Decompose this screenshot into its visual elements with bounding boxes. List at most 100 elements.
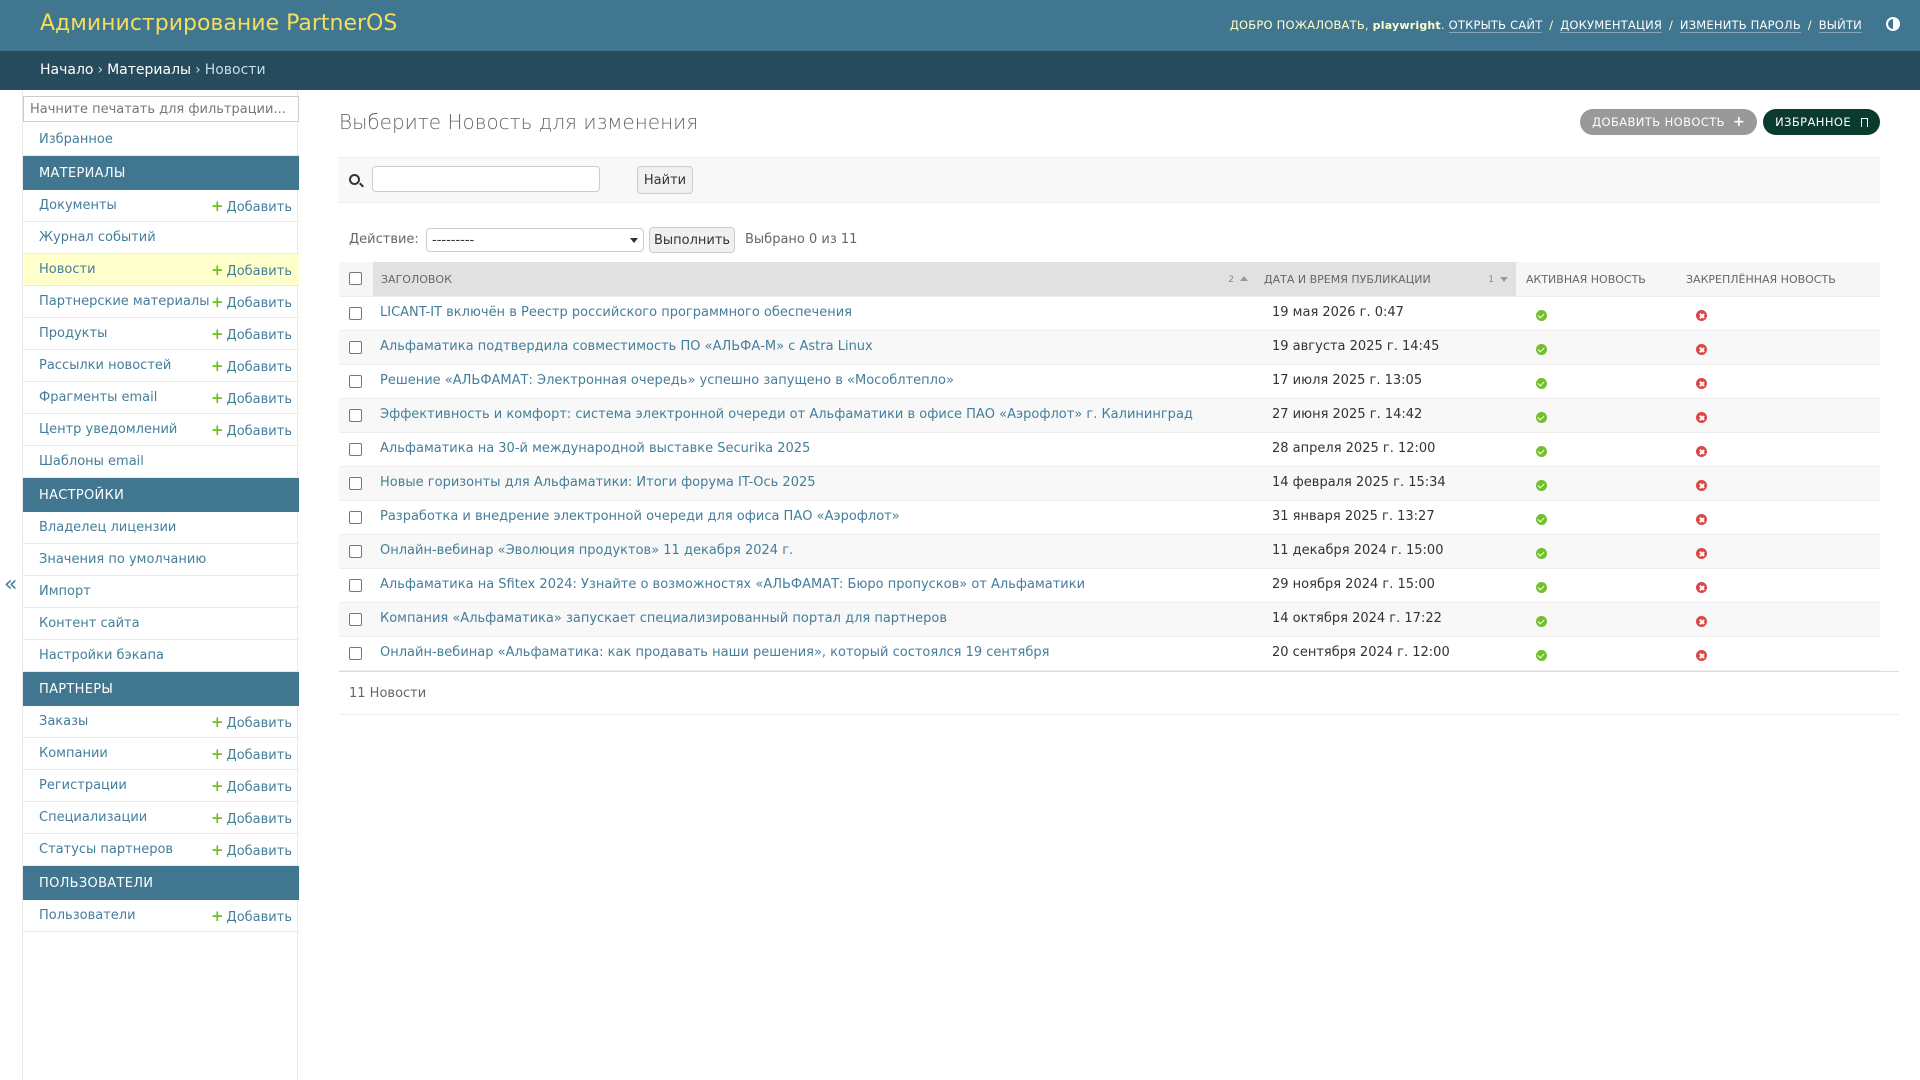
sidebar-item[interactable]: Документы + Добавить bbox=[23, 190, 299, 222]
row-checkbox[interactable] bbox=[349, 443, 362, 456]
news-title-link[interactable]: Эффективность и комфорт: система электро… bbox=[380, 407, 1193, 422]
search-button[interactable]: Найти bbox=[637, 166, 693, 194]
news-title-link[interactable]: Онлайн-вебинар «Альфаматика: как продава… bbox=[380, 645, 1049, 660]
sidebar-add-link[interactable]: + Добавить bbox=[211, 907, 292, 925]
sidebar-add-link[interactable]: + Добавить bbox=[211, 197, 292, 215]
row-checkbox[interactable] bbox=[349, 545, 362, 558]
sidebar-add-link[interactable]: + Добавить bbox=[211, 261, 292, 279]
sidebar-item-label[interactable]: Заказы bbox=[39, 714, 88, 729]
sidebar-item-label[interactable]: Фрагменты email bbox=[39, 390, 157, 405]
row-checkbox[interactable] bbox=[349, 375, 362, 388]
breadcrumb-materials[interactable]: Материалы bbox=[107, 62, 191, 78]
sidebar-add-link[interactable]: + Добавить bbox=[211, 293, 292, 311]
sort-descending-icon[interactable] bbox=[1500, 277, 1508, 282]
search-input[interactable] bbox=[372, 166, 600, 192]
documentation-link[interactable]: Документация bbox=[1560, 18, 1663, 33]
column-header-title[interactable]: Заголовок 2 bbox=[373, 262, 1256, 296]
sidebar-item-label[interactable]: Центр уведомлений bbox=[39, 422, 177, 437]
news-title-link[interactable]: LICANT-IT включён в Реестр российского п… bbox=[380, 305, 852, 320]
sidebar-item-favorites[interactable]: Избранное bbox=[23, 124, 299, 156]
row-checkbox[interactable] bbox=[349, 307, 362, 320]
select-all-checkbox[interactable] bbox=[349, 272, 362, 285]
sidebar-item-label[interactable]: Контент сайта bbox=[39, 616, 140, 631]
sidebar-item[interactable]: Импорт bbox=[23, 576, 299, 608]
sidebar-item[interactable]: Журнал событий bbox=[23, 222, 299, 254]
news-title-link[interactable]: Решение «АЛЬФАМАТ: Электронная очередь» … bbox=[380, 373, 954, 388]
news-title-link[interactable]: Компания «Альфаматика» запускает специал… bbox=[380, 611, 947, 626]
row-checkbox[interactable] bbox=[349, 613, 362, 626]
sidebar-add-link[interactable]: + Добавить bbox=[211, 389, 292, 407]
sidebar-item[interactable]: Фрагменты email + Добавить bbox=[23, 382, 299, 414]
sidebar-item[interactable]: Регистрации + Добавить bbox=[23, 770, 299, 802]
sidebar-add-link[interactable]: + Добавить bbox=[211, 841, 292, 859]
sidebar-item-label[interactable]: Продукты bbox=[39, 326, 107, 341]
sidebar-item[interactable]: Новости + Добавить bbox=[23, 254, 299, 286]
sidebar-item-label[interactable]: Статусы партнеров bbox=[39, 842, 173, 857]
sidebar-item[interactable]: Значения по умолчанию bbox=[23, 544, 299, 576]
action-select[interactable]: --------- bbox=[426, 228, 644, 252]
sidebar-item-label[interactable]: Специализации bbox=[39, 810, 147, 825]
add-news-button[interactable]: Добавить новость + bbox=[1580, 109, 1758, 135]
sidebar-add-link[interactable]: + Добавить bbox=[211, 745, 292, 763]
news-title-link[interactable]: Новые горизонты для Альфаматики: Итоги ф… bbox=[380, 475, 816, 490]
sidebar-item[interactable]: Центр уведомлений + Добавить bbox=[23, 414, 299, 446]
sidebar-item-label[interactable]: Владелец лицензии bbox=[39, 520, 176, 535]
sidebar-item-label[interactable]: Пользователи bbox=[39, 908, 136, 923]
row-checkbox[interactable] bbox=[349, 647, 362, 660]
news-title-link[interactable]: Альфаматика на Sfitex 2024: Узнайте о во… bbox=[380, 577, 1085, 592]
news-title-link[interactable]: Онлайн-вебинар «Эволюция продуктов» 11 д… bbox=[380, 543, 793, 558]
sidebar-add-link[interactable]: + Добавить bbox=[211, 809, 292, 827]
sidebar-item-label[interactable]: Настройки бэкапа bbox=[39, 648, 164, 663]
sidebar-item-label[interactable]: Документы bbox=[39, 198, 117, 213]
sidebar-item[interactable]: Заказы + Добавить bbox=[23, 706, 299, 738]
favorites-button[interactable]: Избранное bbox=[1763, 109, 1880, 135]
sidebar-item[interactable]: Статусы партнеров + Добавить bbox=[23, 834, 299, 866]
logout-link[interactable]: Выйти bbox=[1818, 18, 1862, 33]
sidebar-section-caption[interactable]: Материалы bbox=[23, 156, 299, 190]
sidebar-add-link[interactable]: + Добавить bbox=[211, 325, 292, 343]
row-checkbox[interactable] bbox=[349, 579, 362, 592]
sidebar-item-label[interactable]: Компании bbox=[39, 746, 108, 761]
sidebar-item-label[interactable]: Новости bbox=[39, 262, 96, 277]
breadcrumb-home[interactable]: Начало bbox=[40, 62, 93, 78]
sidebar-item-label[interactable]: Значения по умолчанию bbox=[39, 552, 206, 567]
site-title[interactable]: Администрирование PartnerOS bbox=[40, 11, 397, 36]
sidebar-item[interactable]: Шаблоны email bbox=[23, 446, 299, 478]
column-header-date[interactable]: Дата и время публикации 1 bbox=[1256, 262, 1516, 296]
sidebar-item[interactable]: Продукты + Добавить bbox=[23, 318, 299, 350]
row-checkbox[interactable] bbox=[349, 409, 362, 422]
sidebar-add-link[interactable]: + Добавить bbox=[211, 713, 292, 731]
sidebar-item-label[interactable]: Партнерские материалы bbox=[39, 294, 209, 309]
news-title-link[interactable]: Альфаматика на 30-й международной выстав… bbox=[380, 441, 810, 456]
row-checkbox[interactable] bbox=[349, 341, 362, 354]
sidebar-section-caption[interactable]: Пользователи bbox=[23, 866, 299, 900]
sidebar-add-link[interactable]: + Добавить bbox=[211, 777, 292, 795]
sidebar-item-label[interactable]: Регистрации bbox=[39, 778, 127, 793]
sidebar-section-caption[interactable]: Настройки bbox=[23, 478, 299, 512]
sidebar-item[interactable]: Рассылки новостей + Добавить bbox=[23, 350, 299, 382]
sidebar-item[interactable]: Владелец лицензии bbox=[23, 512, 299, 544]
sidebar-item[interactable]: Настройки бэкапа bbox=[23, 640, 299, 672]
sidebar-add-link[interactable]: + Добавить bbox=[211, 421, 292, 439]
sidebar-item-label[interactable]: Рассылки новостей bbox=[39, 358, 171, 373]
sidebar-item-label[interactable]: Журнал событий bbox=[39, 230, 156, 245]
sidebar-item-label[interactable]: Импорт bbox=[39, 584, 91, 599]
collapse-sidebar-button[interactable]: « bbox=[4, 572, 17, 597]
sidebar-item[interactable]: Компании + Добавить bbox=[23, 738, 299, 770]
row-checkbox[interactable] bbox=[349, 477, 362, 490]
sidebar-item[interactable]: Пользователи + Добавить bbox=[23, 900, 299, 932]
theme-toggle-icon[interactable] bbox=[1886, 17, 1900, 31]
run-action-button[interactable]: Выполнить bbox=[649, 227, 735, 253]
sidebar-add-link[interactable]: + Добавить bbox=[211, 357, 292, 375]
sidebar-section-caption[interactable]: Партнеры bbox=[23, 672, 299, 706]
news-title-link[interactable]: Разработка и внедрение электронной очере… bbox=[380, 509, 900, 524]
view-site-link[interactable]: Открыть сайт bbox=[1448, 18, 1543, 33]
row-checkbox[interactable] bbox=[349, 511, 362, 524]
sort-ascending-icon[interactable] bbox=[1240, 276, 1248, 281]
sidebar-item[interactable]: Контент сайта bbox=[23, 608, 299, 640]
sidebar-item-label[interactable]: Шаблоны email bbox=[39, 454, 144, 469]
news-title-link[interactable]: Альфаматика подтвердила совместимость ПО… bbox=[380, 339, 873, 354]
sidebar-item-label[interactable]: Избранное bbox=[39, 132, 113, 147]
sidebar-item[interactable]: Партнерские материалы + Добавить bbox=[23, 286, 299, 318]
sidebar-item[interactable]: Специализации + Добавить bbox=[23, 802, 299, 834]
